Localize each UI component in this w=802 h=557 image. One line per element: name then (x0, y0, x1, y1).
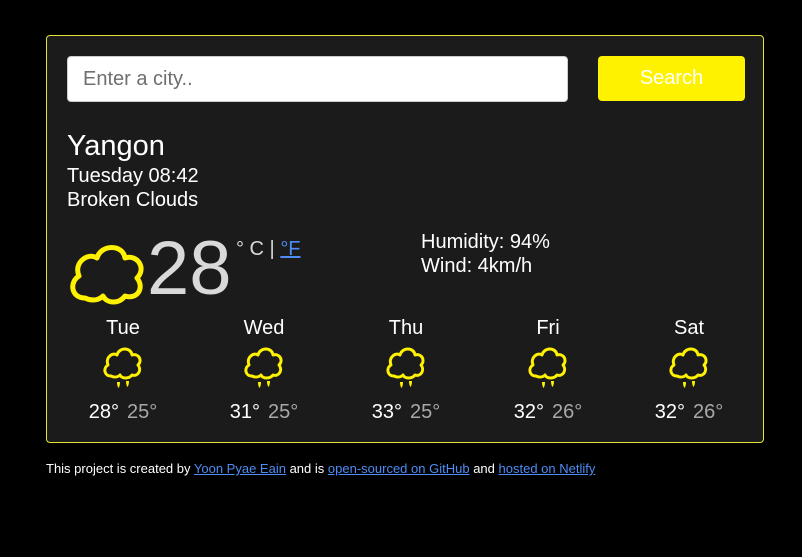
forecast-min-temp: 25° (127, 401, 158, 423)
rain-cloud-icon (386, 347, 425, 388)
footer-text: This project is created by (46, 461, 191, 476)
forecast-day-name: Tue (106, 317, 140, 339)
forecast-max-temp: 33° (371, 401, 402, 423)
forecast-min-temp: 26° (552, 401, 583, 423)
forecast-day: Sat 32° 26° (634, 316, 744, 424)
cloud-icon (70, 245, 144, 305)
search-button[interactable]: Search (598, 56, 745, 101)
forecast-day-name: Wed (243, 317, 285, 339)
footer-credits: This project is created by Yoon Pyae Eai… (46, 461, 595, 477)
footer-text: and (473, 461, 495, 476)
celsius-label: ° C | (236, 238, 275, 260)
forecast-min-temp: 26° (693, 401, 724, 423)
city-search-input[interactable] (67, 56, 568, 102)
footer-text: and is (289, 461, 325, 476)
forecast-day: Wed 31° 25° (209, 316, 319, 424)
forecast-min-temp: 25° (268, 401, 299, 423)
forecast-max-temp: 32° (513, 401, 544, 423)
humidity-value: Humidity: 94% (421, 231, 550, 253)
date-time: Tuesday 08:42 (67, 165, 199, 187)
unit-toggle: ° C | °F (236, 237, 301, 261)
forecast-day: Thu 33° 25° (351, 316, 461, 424)
forecast-day-name: Sat (673, 317, 705, 339)
rain-cloud-icon (103, 347, 142, 388)
forecast-max-temp: 28° (88, 401, 119, 423)
forecast-max-temp: 31° (229, 401, 260, 423)
forecast-day: Fri 32° 26° (493, 316, 603, 424)
rain-cloud-icon (244, 347, 283, 388)
city-name: Yangon (67, 130, 165, 162)
fahrenheit-link[interactable]: °F (280, 238, 300, 260)
current-temperature: 28 (147, 226, 232, 311)
rain-cloud-icon (528, 347, 567, 388)
github-link[interactable]: open-sourced on GitHub (328, 461, 470, 476)
weather-card: Search Yangon Tuesday 08:42 Broken Cloud… (46, 35, 764, 443)
author-link[interactable]: Yoon Pyae Eain (194, 461, 286, 476)
forecast-max-temp: 32° (654, 401, 685, 423)
forecast-day: Tue 28° 25° (68, 316, 178, 424)
wind-value: Wind: 4km/h (421, 255, 533, 277)
rain-cloud-icon (669, 347, 708, 388)
forecast-min-temp: 25° (410, 401, 441, 423)
forecast-day-name: Fri (536, 317, 560, 339)
forecast-day-name: Thu (388, 317, 424, 339)
weather-description: Broken Clouds (67, 189, 199, 211)
netlify-link[interactable]: hosted on Netlify (499, 461, 596, 476)
